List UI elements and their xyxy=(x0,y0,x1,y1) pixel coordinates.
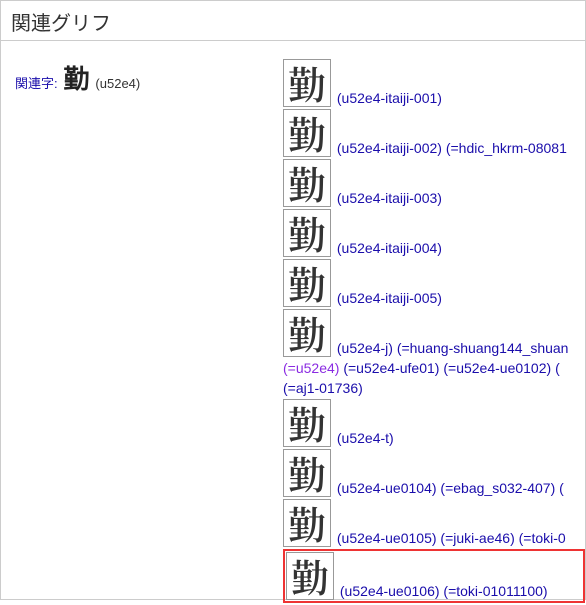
glyph-alias-link[interactable]: (=hdic_hkrm-08081 xyxy=(446,140,567,156)
glyph-id-link[interactable]: (u52e4-itaiji-001) xyxy=(337,90,442,106)
glyph-row: 勤 (u52e4-itaiji-003) xyxy=(283,159,585,207)
glyph-alias-link[interactable]: ( xyxy=(555,360,560,376)
glyph-id-link[interactable]: (u52e4-ue0106) xyxy=(340,584,440,600)
related-char-label[interactable]: 関連字: xyxy=(15,76,58,91)
glyph-image[interactable]: 勤 xyxy=(283,209,331,257)
glyph-id-link[interactable]: (u52e4-itaiji-003) xyxy=(337,190,442,206)
related-char-glyph: 勤 xyxy=(62,64,92,94)
glyph-id-link[interactable]: (u52e4-itaiji-004) xyxy=(337,240,442,256)
glyph-image[interactable]: 勤 xyxy=(286,552,334,600)
glyph-id-link[interactable]: (u52e4-j) xyxy=(337,340,393,356)
glyph-alias-link[interactable]: (=huang-shuang144_shuan xyxy=(397,340,569,356)
glyph-image[interactable]: 勤 xyxy=(283,309,331,357)
glyph-row: 勤 (u52e4-itaiji-002) (=hdic_hkrm-08081 xyxy=(283,109,585,157)
glyph-row: 勤 (u52e4-j) (=huang-shuang144_shuan xyxy=(283,309,585,357)
glyph-image[interactable]: 勤 xyxy=(283,159,331,207)
glyph-image[interactable]: 勤 xyxy=(283,399,331,447)
alias-line: (=aj1-01736) xyxy=(283,379,585,397)
glyph-alias-link[interactable]: (=toki-0 xyxy=(519,531,566,547)
glyph-row: 勤 (u52e4-itaiji-004) xyxy=(283,209,585,257)
glyph-alias-link[interactable]: (=juki-ae46) xyxy=(440,531,514,547)
glyph-row: 勤 (u52e4-itaiji-001) xyxy=(283,59,585,107)
glyph-row: 勤 (u52e4-itaiji-005) xyxy=(283,259,585,307)
glyph-id-link[interactable]: (u52e4-itaiji-002) xyxy=(337,140,442,156)
alias-line: (=u52e4) (=u52e4-ufe01) (=u52e4-ue0102) … xyxy=(283,359,585,377)
glyph-id-link[interactable]: (u52e4-t) xyxy=(337,431,394,447)
glyph-image[interactable]: 勤 xyxy=(283,449,331,497)
related-char-code: (u52e4) xyxy=(95,76,140,91)
glyph-row: 勤 (u52e4-ue0104) (=ebag_s032-407) ( xyxy=(283,449,585,497)
glyph-alias-link[interactable]: (=aj1-01736) xyxy=(283,380,363,396)
glyph-row: 勤 (u52e4-ue0105) (=juki-ae46) (=toki-0 xyxy=(283,499,585,547)
glyph-list: 勤 (u52e4-itaiji-001) 勤 (u52e4-itaiji-002… xyxy=(283,59,585,605)
glyph-alias-link[interactable]: (=u52e4-ue0102) xyxy=(443,360,551,376)
glyph-alias-link[interactable]: (=toki-01011100) xyxy=(443,584,547,600)
glyph-row-highlighted: 勤 (u52e4-ue0106) (=toki-01011100) xyxy=(283,549,585,603)
glyph-alias-link[interactable]: (=ebag_s032-407) xyxy=(440,481,555,497)
section-title: 関連グリフ xyxy=(1,1,585,41)
glyph-id-link[interactable]: (u52e4-ue0104) xyxy=(337,481,437,497)
glyph-image[interactable]: 勤 xyxy=(283,499,331,547)
glyph-image[interactable]: 勤 xyxy=(283,259,331,307)
glyph-alias-link[interactable]: ( xyxy=(559,481,564,497)
related-char-cell: 関連字: 勤 (u52e4) xyxy=(15,59,283,605)
glyph-id-link[interactable]: (u52e4-itaiji-005) xyxy=(337,290,442,306)
glyph-image[interactable]: 勤 xyxy=(283,59,331,107)
glyph-id-link[interactable]: (u52e4-ue0105) xyxy=(337,531,437,547)
glyph-alias-link[interactable]: (=u52e4-ufe01) xyxy=(343,360,439,376)
glyph-image[interactable]: 勤 xyxy=(283,109,331,157)
content-area: 関連字: 勤 (u52e4) 勤 (u52e4-itaiji-001) 勤 (u… xyxy=(1,41,585,605)
glyph-alias-link-visited[interactable]: (=u52e4) xyxy=(283,360,339,376)
glyph-row: 勤 (u52e4-t) xyxy=(283,399,585,447)
